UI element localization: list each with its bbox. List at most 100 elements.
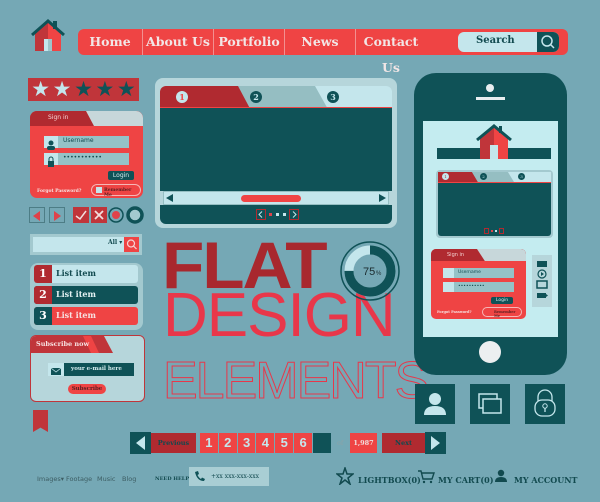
phone-username-field[interactable]: Username (443, 268, 514, 278)
menu-icon[interactable] (537, 261, 547, 267)
house-logo-icon[interactable] (31, 18, 65, 52)
lock-icon (534, 389, 556, 417)
search-button[interactable] (537, 32, 559, 52)
radio-button-unselected[interactable] (126, 206, 144, 224)
arrow-right-icon (431, 436, 440, 450)
footer-link-music[interactable]: Music (97, 475, 116, 483)
tab-register[interactable] (86, 111, 143, 126)
nav-portfolio[interactable]: Portfolio (214, 29, 285, 55)
user-tile[interactable] (415, 384, 455, 424)
phone-side-toolbar (532, 255, 552, 307)
pager-dot[interactable] (283, 213, 286, 216)
star-icon-filled[interactable]: ★ (31, 79, 50, 100)
page-number[interactable]: 1 (200, 433, 218, 453)
nav-home[interactable]: Home (78, 29, 143, 55)
star-rating[interactable]: ★ ★ ★ ★ ★ (28, 78, 139, 101)
footer-link-images[interactable]: Images▾ (37, 475, 64, 483)
close-button[interactable] (91, 207, 107, 223)
remember-me-checkbox[interactable]: Remember Me (91, 184, 141, 198)
pagination-previous-button[interactable]: Previous (151, 433, 196, 453)
check-button[interactable] (73, 207, 89, 223)
radio-button-selected[interactable] (108, 207, 124, 223)
phone-tab-sign-in[interactable]: Sign in (447, 252, 464, 258)
page-number[interactable]: 2 (218, 433, 237, 453)
page-number-current[interactable] (313, 433, 331, 453)
phone-tab-register[interactable] (477, 249, 526, 261)
email-input[interactable]: your e-mail here (64, 363, 134, 376)
phone-number: +xx xxx-xxx-xxx (211, 473, 259, 480)
nav-about-us[interactable]: About Us (143, 29, 214, 55)
mail-icon (50, 367, 62, 375)
username-field[interactable]: Username (44, 136, 129, 150)
user-icon (47, 140, 55, 150)
arrow-left-icon (33, 211, 40, 221)
phone-login-button[interactable]: Login (491, 297, 513, 304)
forgot-password-link[interactable]: Forgot Password? (37, 189, 81, 194)
phone-remember-me-checkbox[interactable]: Remember Me (482, 307, 522, 318)
my-account-link[interactable]: MY ACCOUNT (514, 475, 578, 485)
next-arrow-button[interactable] (49, 207, 65, 223)
my-cart-link[interactable]: MY CART(0) (438, 475, 494, 485)
list-item[interactable]: 3 List item (34, 307, 138, 325)
page-number[interactable]: 6 (294, 433, 312, 453)
star-icon-empty[interactable]: ★ (74, 79, 93, 100)
pager-prev-button[interactable] (256, 209, 266, 220)
phone-icon (195, 471, 205, 481)
login-button[interactable]: Login (108, 171, 134, 180)
footer-link-footage[interactable]: Footage (66, 475, 92, 483)
house-icon (476, 124, 512, 159)
scroll-right-icon[interactable] (378, 194, 386, 202)
scrollbar-thumb[interactable] (241, 195, 301, 202)
page-number[interactable]: 4 (256, 433, 275, 453)
slider-pager (160, 205, 392, 224)
star-icon-empty[interactable]: ★ (117, 79, 136, 100)
pagination-next-arrow[interactable] (425, 432, 446, 454)
nav-search[interactable]: Search (458, 32, 559, 52)
pagination-total: 1,987 (350, 433, 377, 453)
password-field[interactable]: ••••••••••• (44, 153, 129, 167)
phone-number-box[interactable]: +xx xxx-xxx-xxx (189, 467, 269, 486)
bookmark-icon[interactable] (33, 410, 48, 432)
password-value: ••••••••••• (63, 154, 102, 161)
filter-search-button[interactable] (124, 237, 139, 252)
phone-home-button[interactable] (479, 341, 501, 363)
phone-slider-tab-3[interactable] (508, 172, 551, 182)
horizontal-scrollbar[interactable] (163, 191, 389, 205)
star-icon-filled[interactable]: ★ (53, 79, 72, 100)
pager-next-button[interactable] (289, 209, 299, 220)
tab-number: 3 (327, 91, 339, 103)
nav-news[interactable]: News (285, 29, 356, 55)
nav-contact-us[interactable]: Contact Us (356, 29, 426, 75)
subscribe-title: Subscribe now (36, 340, 90, 348)
tabbed-slider: 1 2 3 (155, 78, 397, 228)
prev-arrow-button[interactable] (29, 207, 45, 223)
footer-link-blog[interactable]: Blog (122, 475, 136, 483)
fullscreen-icon[interactable] (536, 280, 548, 289)
filter-dropdown[interactable]: All ▾ (108, 239, 122, 246)
phone-slider-tab-2[interactable] (472, 172, 514, 182)
tab-number: 1 (176, 91, 188, 103)
page-number[interactable]: 5 (275, 433, 294, 453)
tab-number: 2 (250, 91, 262, 103)
phone-slider-pager[interactable] (484, 228, 504, 234)
subscribe-button[interactable]: Subscribe (68, 384, 106, 394)
phone-forgot-password-link[interactable]: Forgot Password? (437, 310, 472, 314)
pagination-prev-arrow[interactable] (130, 432, 151, 454)
phone-speaker (476, 97, 505, 100)
star-icon-empty[interactable]: ★ (95, 79, 114, 100)
windows-tile[interactable] (470, 384, 510, 424)
tab-sign-in[interactable]: Sign in (48, 114, 68, 121)
lightbox-link[interactable]: LIGHTBOX(0) (358, 475, 421, 485)
list-item[interactable]: 1 List item (34, 265, 138, 283)
pager-dot[interactable] (276, 213, 279, 216)
lock-tile[interactable] (525, 384, 565, 424)
pager-dot-active[interactable] (269, 213, 272, 216)
phone-login-form: Sign in Username •••••••••• Login Forgot… (431, 249, 526, 319)
slider-tab-1[interactable] (160, 86, 250, 108)
pagination-next-button[interactable]: Next (382, 433, 425, 453)
scroll-left-icon[interactable] (166, 194, 174, 202)
list-item[interactable]: 2 List item (34, 286, 138, 304)
phone-password-field[interactable]: •••••••••• (443, 282, 514, 292)
filter-search-bar: All ▾ (30, 234, 142, 255)
page-number[interactable]: 3 (237, 433, 256, 453)
